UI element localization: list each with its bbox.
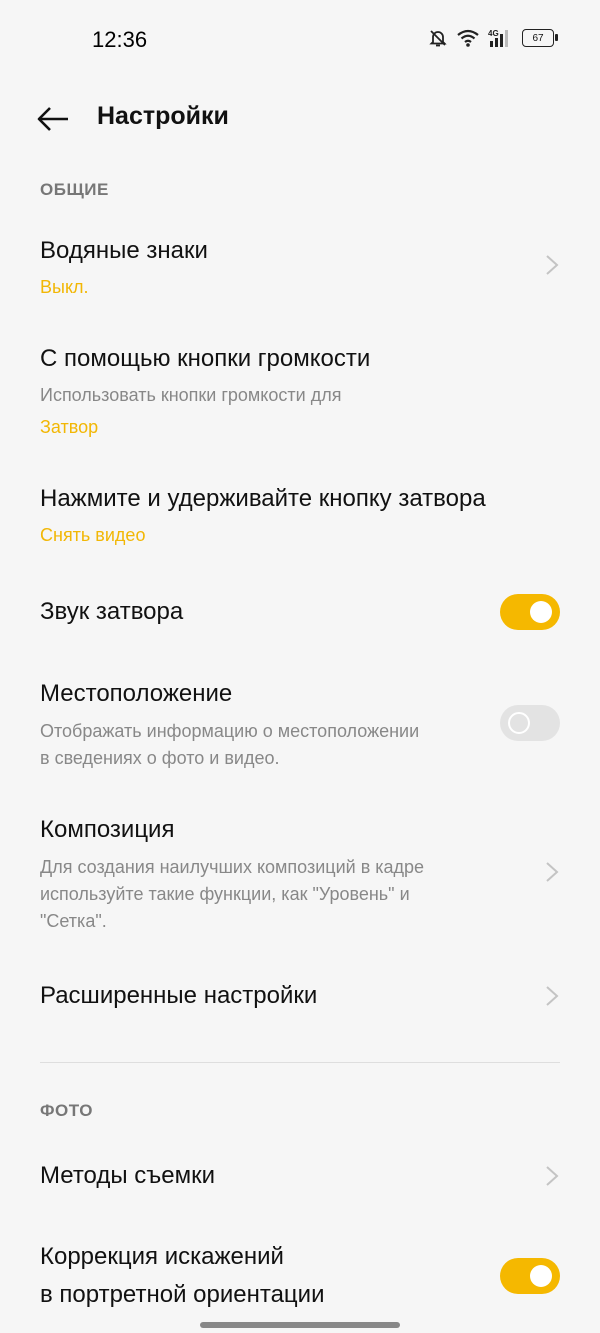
setting-value: Затвор [40, 417, 99, 437]
page-title: Настройки [97, 102, 229, 130]
arrow-left-icon[interactable] [36, 104, 70, 134]
setting-subtitle-line1: Отображать информацию о местоположении [40, 721, 420, 741]
setting-title: Звук затвора [40, 598, 184, 625]
setting-title: Водяные знаки [40, 237, 208, 264]
setting-distortion-correction: Коррекция искажений в портретной ориента… [0, 1238, 600, 1318]
setting-value: Выкл. [40, 277, 89, 297]
toggle-knob [508, 712, 530, 734]
top-app-bar: Настройки [0, 90, 600, 150]
network-type: 4G [488, 29, 499, 38]
section-header-general: ОБЩИЕ [40, 180, 109, 199]
battery-level: 67 [532, 32, 544, 44]
setting-watermark[interactable]: Водяные знаки Выкл. [0, 225, 600, 315]
setting-title: Композиция [40, 816, 175, 843]
signal-icon: 4G [488, 29, 508, 47]
chevron-right-icon [546, 986, 559, 1006]
location-toggle[interactable] [500, 705, 560, 741]
section-divider [40, 1062, 560, 1063]
battery-icon: 67 [522, 29, 558, 47]
setting-subtitle-line2: используйте такие функции, как "Уровень"… [40, 884, 410, 904]
status-bar: 12:36 4G 67 [0, 0, 600, 80]
setting-shooting-methods[interactable]: Методы съемки [0, 1150, 600, 1205]
setting-title: Нажмите и удерживайте кнопку затвора [40, 485, 486, 512]
setting-subtitle-line2: в сведениях о фото и видео. [40, 748, 280, 768]
setting-title-line1: Коррекция искажений [40, 1243, 284, 1270]
setting-value: Снять видео [40, 525, 146, 545]
setting-location: Местоположение Отображать информацию о м… [0, 670, 600, 780]
chevron-right-icon [546, 862, 559, 882]
toggle-knob [530, 601, 552, 623]
setting-subtitle: Использовать кнопки громкости для [40, 385, 342, 405]
home-indicator[interactable] [200, 1322, 400, 1328]
setting-advanced[interactable]: Расширенные настройки [0, 970, 600, 1025]
status-icons: 4G 67 [428, 28, 558, 48]
chevron-right-icon [546, 1166, 559, 1186]
setting-composition[interactable]: Композиция Для создания наилучших композ… [0, 806, 600, 941]
bell-off-icon [429, 30, 447, 47]
section-header-photo: ФОТО [40, 1101, 93, 1120]
setting-title: Расширенные настройки [40, 982, 318, 1009]
setting-title-line2: в портретной ориентации [40, 1281, 325, 1308]
setting-volume-keys[interactable]: С помощью кнопки громкости Использовать … [0, 335, 600, 450]
distortion-correction-toggle[interactable] [500, 1258, 560, 1294]
setting-title: Местоположение [40, 680, 233, 707]
chevron-right-icon [546, 255, 559, 275]
wifi-icon [457, 29, 479, 47]
shutter-sound-toggle[interactable] [500, 594, 560, 630]
setting-title: Методы съемки [40, 1162, 216, 1189]
status-time: 12:36 [92, 27, 148, 52]
setting-shutter-sound: Звук затвора [0, 585, 600, 641]
setting-hold-shutter[interactable]: Нажмите и удерживайте кнопку затвора Сня… [0, 475, 600, 555]
setting-subtitle-line3: "Сетка". [40, 911, 107, 931]
toggle-knob [530, 1265, 552, 1287]
setting-subtitle-line1: Для создания наилучших композиций в кадр… [40, 857, 425, 877]
setting-title: С помощью кнопки громкости [40, 345, 371, 372]
